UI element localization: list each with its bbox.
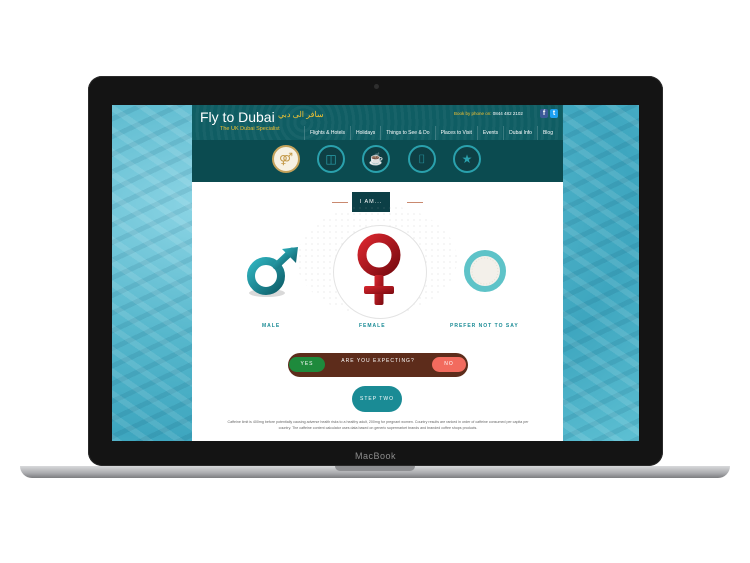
webpage: Fly to Dubai سافر الى دبي The UK Dubai S…: [192, 105, 563, 441]
laptop-screen: Fly to Dubai سافر الى دبي The UK Dubai S…: [112, 105, 639, 441]
yes-button[interactable]: YES: [289, 357, 325, 372]
people-icon: ⚤: [278, 152, 294, 166]
laptop-notch: [335, 466, 415, 471]
step-progress-bar: ⚤ ◫ ☕ ⌷ ★: [192, 140, 563, 182]
phone-label: Book by phone on:: [454, 111, 492, 116]
step-3-mug[interactable]: ☕: [362, 145, 390, 173]
option-male-label[interactable]: MALE: [262, 323, 280, 329]
nav-dubai-info[interactable]: Dubai Info: [503, 126, 537, 140]
footnote-text: Caffeine limit is 400mg before potential…: [227, 420, 529, 430]
macbook-label: MacBook: [354, 451, 397, 461]
step-5-star[interactable]: ★: [453, 145, 481, 173]
takeaway-cup-icon: ⌷: [418, 152, 426, 166]
laptop-lid: Fly to Dubai سافر الى دبي The UK Dubai S…: [88, 76, 663, 466]
phone-info: Book by phone on: 0844 482 2102: [454, 111, 523, 116]
step-two-button[interactable]: STEP TWO: [352, 386, 402, 412]
option-female-label[interactable]: FEMALE: [359, 323, 386, 329]
phone-number[interactable]: 0844 482 2102: [493, 111, 523, 116]
star-icon: ★: [461, 152, 473, 166]
twitter-icon[interactable]: t: [550, 109, 558, 118]
step-1-people[interactable]: ⚤: [272, 145, 300, 173]
female-symbol-icon[interactable]: [349, 231, 409, 313]
step-4-takeaway[interactable]: ⌷: [408, 145, 436, 173]
camera-icon: [374, 84, 379, 89]
site-logo-arabic: سافر الى دبي: [278, 110, 324, 119]
divider-left: [332, 202, 348, 203]
main-nav: Flights & Hotels Holidays Things to See …: [304, 126, 558, 140]
mug-icon: ☕: [368, 152, 384, 166]
male-symbol-icon[interactable]: [242, 245, 308, 303]
nav-things-to-see[interactable]: Things to See & Do: [380, 126, 434, 140]
nav-events[interactable]: Events: [476, 126, 503, 140]
laptop-base: [20, 466, 730, 478]
option-prefer-not-label[interactable]: PREFER NOT TO SAY: [450, 323, 519, 329]
divider-right: [407, 202, 423, 203]
nav-places-to-visit[interactable]: Places to Visit: [434, 126, 477, 140]
site-tagline: The UK Dubai Specialist: [220, 126, 280, 132]
ring-icon[interactable]: [462, 248, 508, 294]
site-logo[interactable]: Fly to Dubai: [200, 109, 275, 125]
nav-flights-hotels[interactable]: Flights & Hotels: [304, 126, 350, 140]
step-2-cup[interactable]: ◫: [317, 145, 345, 173]
site-header: Fly to Dubai سافر الى دبي The UK Dubai S…: [192, 105, 563, 140]
cup-icon: ◫: [325, 152, 337, 166]
facebook-icon[interactable]: f: [540, 109, 548, 118]
nav-holidays[interactable]: Holidays: [350, 126, 380, 140]
nav-blog[interactable]: Blog: [536, 126, 558, 140]
no-button[interactable]: NO: [432, 357, 466, 372]
